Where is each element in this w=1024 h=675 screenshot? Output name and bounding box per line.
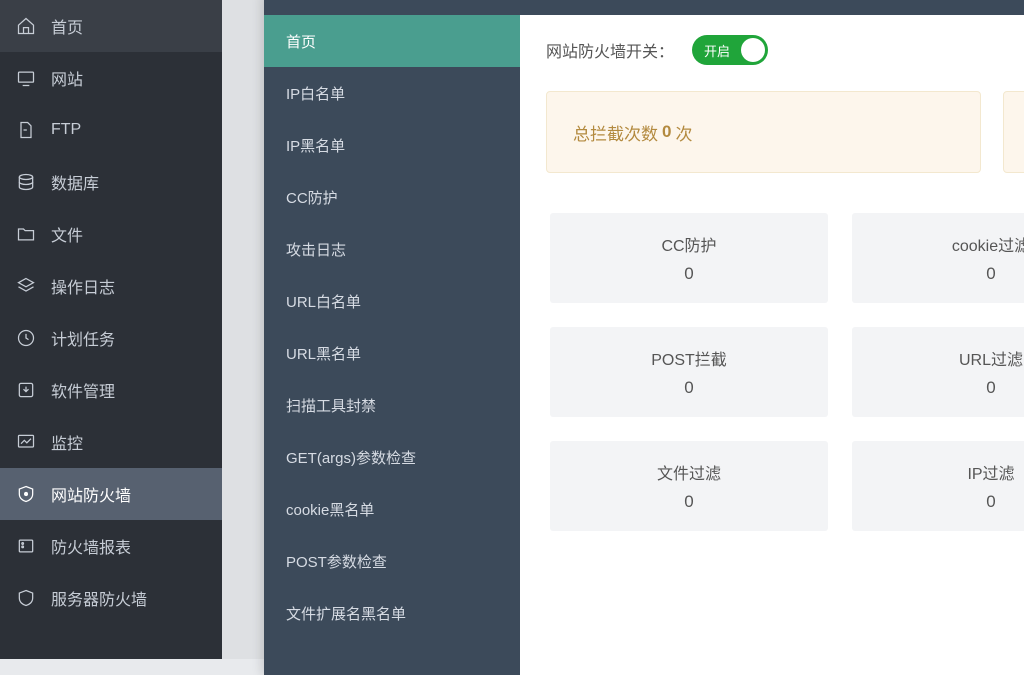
switch-label: 网站防火墙开关： <box>546 38 674 62</box>
stat-label: cookie过滤 <box>952 232 1024 256</box>
sub-item-label: 攻击日志 <box>286 239 346 260</box>
banner-suffix: 次 <box>675 120 692 145</box>
sidebar-item-label: 监控 <box>51 430 83 454</box>
chart-icon <box>15 431 37 453</box>
sub-item-attack-log[interactable]: 攻击日志 <box>264 223 520 275</box>
sub-item-label: IP白名单 <box>286 83 345 104</box>
stat-cell-cc[interactable]: CC防护 0 <box>550 213 828 303</box>
stat-value: 0 <box>986 378 995 398</box>
sidebar-item-ftp[interactable]: FTP <box>0 104 222 156</box>
toggle-knob <box>741 38 765 62</box>
sub-item-label: GET(args)参数检查 <box>286 447 416 468</box>
svg-text:e: e <box>24 492 27 498</box>
database-icon <box>15 171 37 193</box>
sidebar-item-label: 软件管理 <box>51 378 115 402</box>
banner-card-total: 总拦截次数 0 次 <box>546 91 981 173</box>
banner-card-security: 安全防 <box>1003 91 1024 173</box>
stat-value: 0 <box>684 378 693 398</box>
sub-item-cc[interactable]: CC防护 <box>264 171 520 223</box>
stat-label: URL过滤 <box>959 346 1023 370</box>
sub-item-label: IP黑名单 <box>286 135 345 156</box>
sidebar-item-logs[interactable]: 操作日志 <box>0 260 222 312</box>
banner-value: 0 <box>662 122 671 142</box>
sub-item-ip-blacklist[interactable]: IP黑名单 <box>264 119 520 171</box>
stat-grid: CC防护 0 cookie过滤 0 POST拦截 0 URL过滤 0 文件过滤 <box>550 213 1024 531</box>
folder-icon <box>15 223 37 245</box>
banner-prefix: 总拦截次数 <box>573 120 658 145</box>
stat-value: 0 <box>684 492 693 512</box>
layers-icon <box>15 275 37 297</box>
stat-value: 0 <box>986 492 995 512</box>
sub-item-label: cookie黑名单 <box>286 499 374 520</box>
sidebar-item-waf[interactable]: e 网站防火墙 <box>0 468 222 520</box>
clock-icon <box>15 327 37 349</box>
sub-item-get-args[interactable]: GET(args)参数检查 <box>264 431 520 483</box>
sub-item-cookie-blacklist[interactable]: cookie黑名单 <box>264 483 520 535</box>
sub-item-home[interactable]: 首页 <box>264 15 520 67</box>
sub-sidebar: 首页 IP白名单 IP黑名单 CC防护 攻击日志 URL白名单 URL黑名单 扫… <box>264 15 520 675</box>
stat-label: 文件过滤 <box>657 460 721 484</box>
download-icon <box>15 379 37 401</box>
sidebar-item-site[interactable]: 网站 <box>0 52 222 104</box>
stat-label: POST拦截 <box>651 346 727 370</box>
modal-content: 网站防火墙开关： 开启 总拦截次数 0 次 安全防 CC防护 <box>520 15 1024 675</box>
sidebar-item-label: 操作日志 <box>51 274 115 298</box>
sidebar-item-label: 网站 <box>51 66 83 90</box>
stat-cell-file[interactable]: 文件过滤 0 <box>550 441 828 531</box>
switch-state-text: 开启 <box>704 41 730 60</box>
sub-item-file-ext-blacklist[interactable]: 文件扩展名黑名单 <box>264 587 520 639</box>
shield-icon <box>15 587 37 609</box>
firewall-toggle[interactable]: 开启 <box>692 35 768 65</box>
stats-banner: 总拦截次数 0 次 安全防 <box>546 91 1024 173</box>
sub-item-label: 文件扩展名黑名单 <box>286 603 406 624</box>
main-sidebar: 首页 网站 FTP 数据库 文件 操作日志 计划任务 软件管理 监控 e 网站防… <box>0 0 222 659</box>
sidebar-item-software[interactable]: 软件管理 <box>0 364 222 416</box>
sidebar-item-label: 计划任务 <box>51 326 115 350</box>
sidebar-item-waf-report[interactable]: 防火墙报表 <box>0 520 222 572</box>
sub-item-label: 首页 <box>286 31 316 52</box>
sidebar-item-monitor[interactable]: 监控 <box>0 416 222 468</box>
stat-cell-cookie[interactable]: cookie过滤 0 <box>852 213 1024 303</box>
sub-item-label: CC防护 <box>286 187 338 208</box>
stat-label: CC防护 <box>661 232 716 256</box>
home-icon <box>15 15 37 37</box>
waf-modal: 首页 IP白名单 IP黑名单 CC防护 攻击日志 URL白名单 URL黑名单 扫… <box>264 0 1024 675</box>
sub-item-scan-block[interactable]: 扫描工具封禁 <box>264 379 520 431</box>
modal-header <box>264 0 1024 15</box>
sub-item-label: URL白名单 <box>286 291 361 312</box>
sub-item-label: 扫描工具封禁 <box>286 395 376 416</box>
sub-item-post-args[interactable]: POST参数检查 <box>264 535 520 587</box>
sub-item-url-whitelist[interactable]: URL白名单 <box>264 275 520 327</box>
sidebar-item-label: 防火墙报表 <box>51 534 131 558</box>
report-icon <box>15 535 37 557</box>
sidebar-item-label: 服务器防火墙 <box>51 586 147 610</box>
stat-cell-url[interactable]: URL过滤 0 <box>852 327 1024 417</box>
sidebar-item-server-fw[interactable]: 服务器防火墙 <box>0 572 222 624</box>
sidebar-item-label: 首页 <box>51 14 83 38</box>
sidebar-item-label: FTP <box>51 121 81 139</box>
file-icon <box>15 119 37 141</box>
stat-value: 0 <box>684 264 693 284</box>
sidebar-item-files[interactable]: 文件 <box>0 208 222 260</box>
sidebar-item-db[interactable]: 数据库 <box>0 156 222 208</box>
sidebar-item-cron[interactable]: 计划任务 <box>0 312 222 364</box>
stat-cell-ip[interactable]: IP过滤 0 <box>852 441 1024 531</box>
sidebar-item-label: 文件 <box>51 222 83 246</box>
sub-item-url-blacklist[interactable]: URL黑名单 <box>264 327 520 379</box>
sub-item-ip-whitelist[interactable]: IP白名单 <box>264 67 520 119</box>
sub-item-label: POST参数检查 <box>286 551 387 572</box>
stat-cell-post[interactable]: POST拦截 0 <box>550 327 828 417</box>
shield-icon: e <box>15 483 37 505</box>
monitor-icon <box>15 67 37 89</box>
sub-item-label: URL黑名单 <box>286 343 361 364</box>
switch-row: 网站防火墙开关： 开启 <box>546 35 1024 65</box>
stat-value: 0 <box>986 264 995 284</box>
sidebar-item-home[interactable]: 首页 <box>0 0 222 52</box>
sidebar-item-label: 网站防火墙 <box>51 482 131 506</box>
stat-label: IP过滤 <box>967 460 1014 484</box>
sidebar-item-label: 数据库 <box>51 170 99 194</box>
